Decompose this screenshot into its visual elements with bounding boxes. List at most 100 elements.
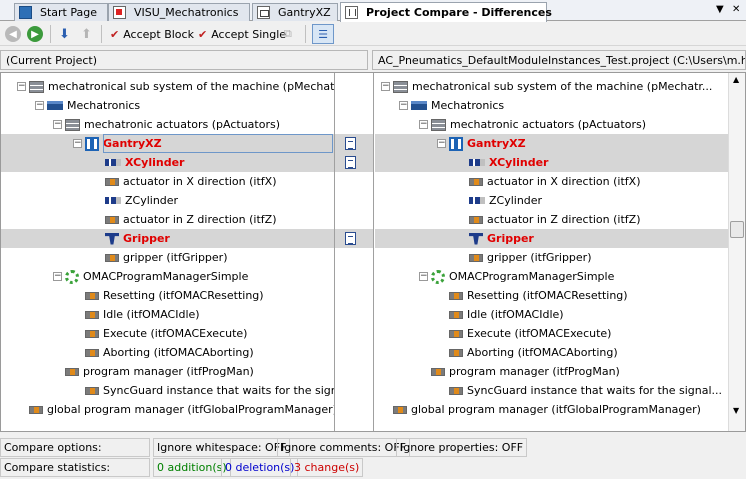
tree-node[interactable]: global program manager (itfGlobalProgram… — [29, 400, 334, 419]
scroll-up-icon[interactable]: ▲ — [733, 75, 739, 84]
compare-toolbar: ◀ ▶ ⬇ ⬆ ✔ Accept Block ✔ Accept Single ⧉… — [0, 22, 746, 46]
tree-node[interactable]: actuator in X direction (itfX) — [469, 172, 641, 191]
tree-node[interactable]: program manager (itfProgMan) — [65, 362, 254, 381]
tree-node[interactable]: Idle (itfOMACIdle) — [85, 305, 200, 324]
copy-button[interactable]: ⧉ — [284, 25, 292, 43]
tab-list-dropdown-icon[interactable]: ▼ — [716, 4, 724, 15]
tree-node[interactable]: actuator in Z direction (itfZ) — [469, 210, 641, 229]
tree-node[interactable]: SyncGuard instance that waits for the si… — [449, 381, 722, 400]
collapse-toggle-icon[interactable]: − — [419, 120, 428, 129]
collapse-toggle-icon[interactable]: − — [437, 139, 446, 148]
arrow-right-icon: ▶ — [27, 26, 43, 42]
tree-node[interactable]: Execute (itfOMACExecute) — [85, 324, 247, 343]
toggle-compare-view-button[interactable]: ☰ — [312, 24, 334, 44]
ignore-properties-option: Ignore properties: OFF — [396, 438, 528, 457]
tree-node-label: Execute (itfOMACExecute) — [103, 327, 248, 340]
list-icon — [29, 80, 44, 93]
compare-options-label: Compare options: — [0, 438, 150, 457]
tree-node[interactable]: Execute (itfOMACExecute) — [449, 324, 611, 343]
tree-node-label: global program manager (itfGlobalProgram… — [411, 403, 701, 416]
accept-single-label: Accept Single — [211, 27, 287, 41]
collapse-toggle-icon[interactable]: − — [17, 82, 26, 91]
tree-node[interactable]: XCylinder — [105, 153, 184, 172]
left-tree-pane[interactable]: mechatronical sub system of the machine … — [1, 73, 334, 431]
tree-node[interactable]: ZCylinder — [105, 191, 178, 210]
tree-node[interactable]: Gripper — [105, 229, 170, 248]
difference-document-icon[interactable] — [345, 232, 356, 245]
accept-single-button[interactable]: ✔ Accept Single — [198, 25, 286, 43]
tree-node[interactable]: GantryXZ — [449, 134, 526, 153]
scroll-down-icon[interactable]: ▼ — [733, 406, 739, 415]
tab-visu-mechatronics[interactable]: VISU_Mechatronics — [108, 3, 250, 21]
collapse-toggle-icon[interactable]: − — [73, 139, 82, 148]
selected-node-outline — [103, 134, 333, 153]
arrow-down-icon: ⬇ — [59, 26, 70, 42]
collapse-toggle-icon[interactable]: − — [381, 82, 390, 91]
right-project-name: AC_Pneumatics_DefaultModuleInstances_Tes… — [372, 50, 746, 70]
tree-node[interactable]: mechatronic actuators (pActuators) — [431, 115, 646, 134]
scrollbar-thumb[interactable] — [730, 221, 744, 238]
tree-node[interactable]: mechatronical sub system of the machine … — [29, 77, 334, 96]
tab-label: Project Compare - Differences — [366, 6, 552, 19]
tree-node[interactable]: Idle (itfOMACIdle) — [449, 305, 564, 324]
omac-icon — [65, 269, 79, 284]
previous-difference-button[interactable]: ◀ — [5, 25, 21, 43]
next-difference-button[interactable]: ▶ — [27, 25, 43, 43]
changes-count: 3 change(s) — [290, 458, 364, 477]
difference-document-icon[interactable] — [345, 156, 356, 169]
collapse-toggle-icon[interactable]: − — [53, 120, 62, 129]
tree-node[interactable]: mechatronical sub system of the machine … — [393, 77, 712, 96]
interface-icon — [449, 310, 463, 319]
tree-node[interactable]: program manager (itfProgMan) — [431, 362, 620, 381]
tab-project-compare[interactable]: Project Compare - Differences — [340, 2, 552, 22]
tree-node-label: Idle (itfOMACIdle) — [467, 308, 564, 321]
vertical-scrollbar[interactable]: ▲ ▼ — [728, 73, 745, 431]
tree-node[interactable]: SyncGuard instance that waits for the si… — [85, 381, 334, 400]
tab-gantryxz[interactable]: GantryXZ — [252, 3, 338, 21]
tree-node[interactable]: Resetting (itfOMACResetting) — [85, 286, 264, 305]
interface-icon — [29, 405, 43, 414]
arrow-left-icon: ◀ — [5, 26, 21, 42]
tree-node[interactable]: Aborting (itfOMACAborting) — [449, 343, 618, 362]
tree-node[interactable]: mechatronic actuators (pActuators) — [65, 115, 280, 134]
tree-node[interactable]: XCylinder — [469, 153, 548, 172]
tree-node[interactable]: Aborting (itfOMACAborting) — [85, 343, 254, 362]
collapse-toggle-icon[interactable]: − — [53, 272, 62, 281]
list-icon — [393, 80, 408, 93]
tree-node[interactable]: actuator in Z direction (itfZ) — [105, 210, 277, 229]
tab-start-page[interactable]: Start Page — [14, 3, 108, 21]
move-up-button[interactable]: ⬆ — [81, 25, 92, 43]
collapse-toggle-icon[interactable]: − — [399, 101, 408, 110]
gantry-icon — [449, 136, 463, 151]
tree-node-label: actuator in Z direction (itfZ) — [487, 213, 641, 226]
collapse-toggle-icon[interactable]: − — [35, 101, 44, 110]
difference-document-icon[interactable] — [345, 137, 356, 150]
right-tree-pane[interactable]: mechatronical sub system of the machine … — [375, 73, 729, 431]
start-page-icon — [19, 6, 32, 19]
tree-node-label: ZCylinder — [125, 194, 179, 207]
tree-node[interactable]: gripper (itfGripper) — [105, 248, 228, 267]
tree-node[interactable]: OMACProgramManagerSimple — [65, 267, 248, 286]
tree-node[interactable]: Mechatronics — [411, 96, 504, 115]
tab-label: Start Page — [40, 6, 97, 19]
tree-node[interactable]: Gripper — [469, 229, 534, 248]
changed-row-highlight — [375, 153, 729, 172]
move-down-button[interactable]: ⬇ — [59, 25, 70, 43]
tree-node-label: Resetting (itfOMACResetting) — [467, 289, 628, 302]
interface-icon — [449, 348, 463, 357]
tree-node[interactable]: OMACProgramManagerSimple — [431, 267, 614, 286]
close-icon[interactable]: ✕ — [732, 4, 740, 15]
interface-icon — [469, 253, 483, 262]
accept-block-button[interactable]: ✔ Accept Block — [110, 25, 194, 43]
tree-node[interactable]: ZCylinder — [469, 191, 542, 210]
tree-node-label: SyncGuard instance that waits for the si… — [467, 384, 723, 397]
tree-node[interactable]: global program manager (itfGlobalProgram… — [393, 400, 701, 419]
interface-icon — [105, 253, 119, 262]
tree-node[interactable]: Resetting (itfOMACResetting) — [449, 286, 628, 305]
checkmark-icon: ✔ — [198, 27, 208, 41]
tree-node[interactable]: gripper (itfGripper) — [469, 248, 592, 267]
collapse-toggle-icon[interactable]: − — [419, 272, 428, 281]
module-icon — [411, 101, 427, 110]
tree-node[interactable]: actuator in X direction (itfX) — [105, 172, 277, 191]
tree-node[interactable]: Mechatronics — [47, 96, 140, 115]
